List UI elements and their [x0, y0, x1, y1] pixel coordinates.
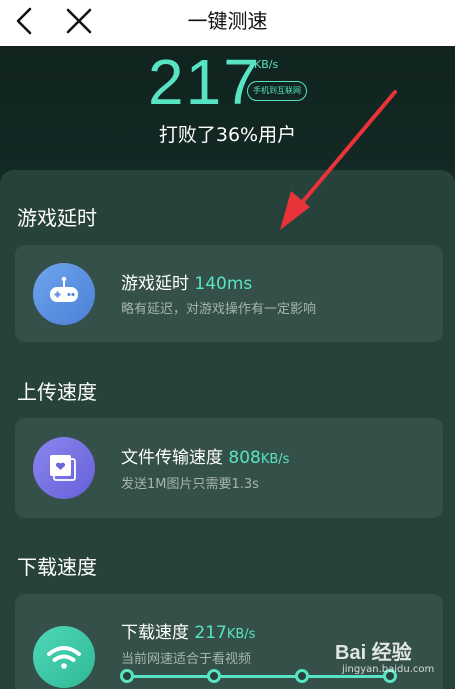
speed-unit: KB/s [254, 58, 279, 71]
game-latency-title: 游戏延时 140ms [121, 269, 252, 294]
download-label: 下载速度 [121, 623, 189, 643]
download-unit: KB/s [226, 627, 256, 642]
game-latency-label: 游戏延时 [121, 274, 189, 294]
download-description: 当前网速适合于看视频 [121, 652, 252, 667]
watermark-logo: Bai 经验 [335, 642, 412, 664]
gamepad-icon [33, 263, 95, 325]
game-latency-description: 略有延迟，对游戏操作有一定影响 [121, 302, 317, 317]
download-title: 下载速度 217KB/s [121, 618, 255, 643]
page-title: 一键测速 [187, 9, 268, 33]
upload-title: 文件传输速度 808KB/s [121, 443, 289, 468]
file-transfer-icon [33, 437, 95, 499]
speed-level-dot [295, 669, 309, 683]
network-badge: 手机到互联网 [247, 81, 307, 101]
speed-level-track [126, 675, 391, 678]
wifi-icon [33, 626, 95, 688]
speed-level-dot [207, 669, 221, 683]
upload-value: 808 [228, 448, 261, 468]
upload-description: 发送1M图片只需要1.3s [121, 477, 259, 492]
upload-label: 文件传输速度 [121, 448, 223, 468]
upload-card[interactable]: 文件传输速度 808KB/s 发送1M图片只需要1.3s [15, 418, 443, 518]
watermark-url: jingyan.baidu.com [342, 664, 435, 675]
nav-bar: 一键测速 [0, 0, 455, 46]
game-latency-card[interactable]: 游戏延时 140ms 略有延迟，对游戏操作有一定影响 [15, 245, 443, 342]
section-title-upload: 上传速度 [17, 380, 97, 404]
game-latency-value: 140ms [194, 274, 253, 294]
section-title-game-latency: 游戏延时 [17, 206, 97, 230]
section-title-download: 下载速度 [17, 555, 97, 579]
beat-percentage-text: 打败了36%用户 [158, 124, 297, 146]
upload-unit: KB/s [260, 452, 290, 467]
download-value: 217 [194, 623, 227, 643]
speed-level-dot [120, 669, 134, 683]
speed-value: 217 [148, 46, 261, 118]
